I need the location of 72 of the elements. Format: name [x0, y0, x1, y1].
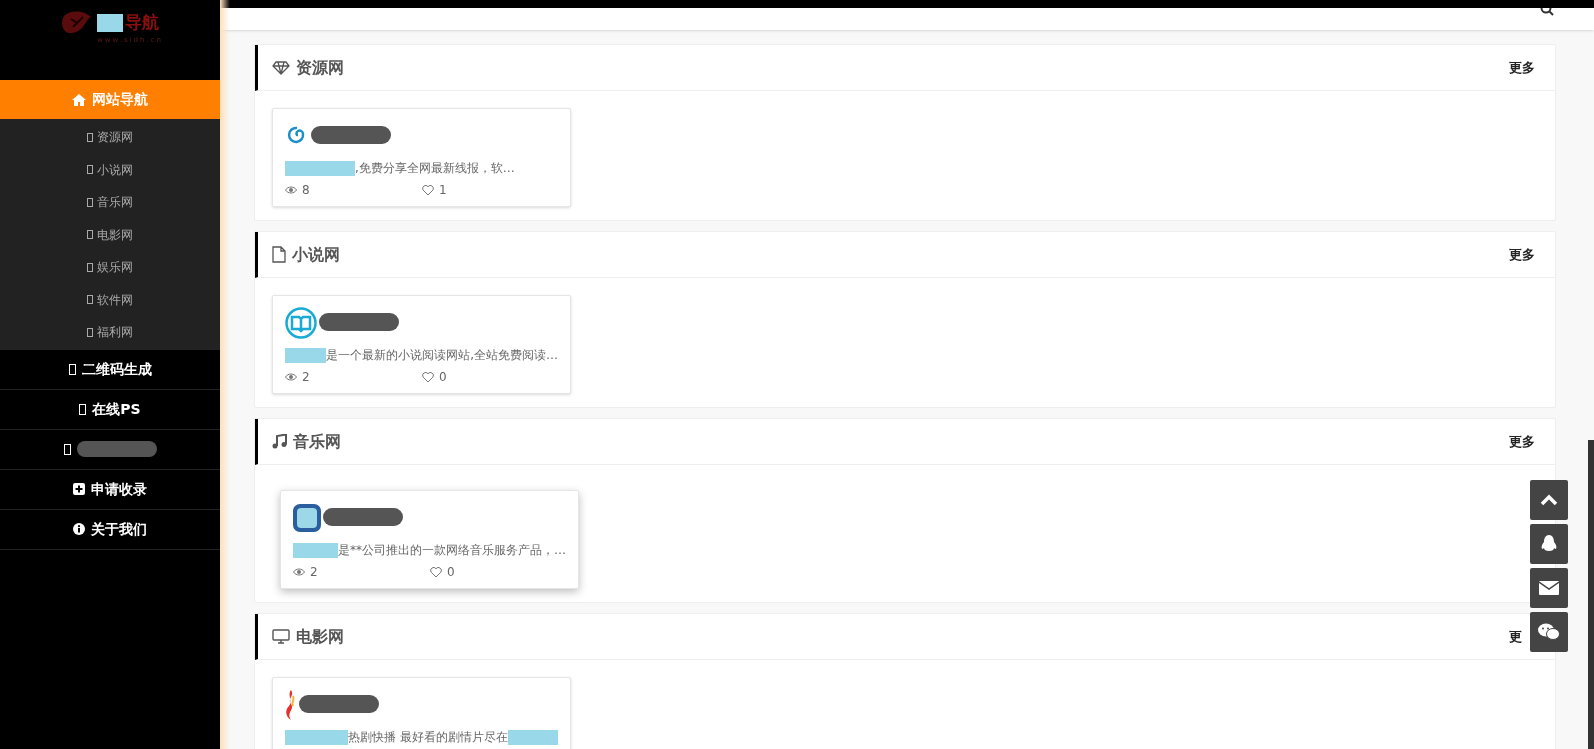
box-icon: [68, 363, 76, 375]
category-title: 电影网: [296, 625, 344, 648]
logo-text: 导航: [125, 11, 159, 34]
site-card[interactable]: 热剧快播 最好看的剧情片尽在: [272, 677, 571, 749]
scrollbar[interactable]: [1588, 440, 1594, 749]
envelope-icon: [1539, 581, 1559, 595]
subnav-item[interactable]: 娱乐网: [0, 251, 220, 284]
subnav-item[interactable]: 软件网: [0, 283, 220, 316]
book-logo-icon: [285, 307, 317, 339]
chevron-up-icon: [1540, 494, 1558, 506]
box-icon: [87, 262, 93, 272]
box-icon: [87, 197, 93, 207]
view-count: 2: [310, 564, 318, 581]
eye-icon: [285, 186, 297, 194]
site-description: ,免费分享全网最新线报，软…: [355, 160, 515, 177]
more-link[interactable]: 更多: [1509, 431, 1535, 452]
file-icon: [272, 246, 286, 263]
box-icon: [87, 132, 93, 142]
diamond-icon: [272, 60, 290, 75]
box-icon: [87, 230, 93, 240]
site-card[interactable]: ,免费分享全网最新线报，软… 8 1: [272, 108, 571, 207]
site-card[interactable]: 是一个最新的小说阅读网站,全站免费阅读… 2 0: [272, 295, 571, 394]
mail-button[interactable]: [1530, 568, 1568, 608]
subnav-item[interactable]: 资源网: [0, 121, 220, 154]
eye-icon: [285, 373, 297, 381]
redaction-mark: [285, 160, 355, 176]
more-link[interactable]: 更: [1509, 626, 1522, 647]
more-link[interactable]: 更多: [1509, 244, 1535, 265]
category-title: 小说网: [292, 243, 340, 266]
flame-logo-icon: [285, 690, 297, 720]
category-title: 资源网: [296, 56, 344, 79]
box-icon: [87, 327, 93, 337]
app-logo-icon: [293, 504, 321, 532]
music-note-icon: [272, 434, 287, 449]
penguin-icon: [1540, 534, 1558, 554]
heart-icon[interactable]: [422, 371, 434, 383]
like-count: 1: [439, 182, 447, 199]
redaction-mark: [508, 729, 558, 745]
chat-bubbles-button[interactable]: [1530, 612, 1568, 652]
box-icon: [87, 165, 93, 175]
heart-icon[interactable]: [430, 566, 442, 578]
redaction-mark: [97, 13, 123, 32]
subnav-item[interactable]: 音乐网: [0, 186, 220, 219]
search-icon[interactable]: [1540, 8, 1554, 18]
site-description: 是一个最新的小说阅读网站,全站免费阅读…: [326, 347, 558, 364]
subnav-item[interactable]: 福利网: [0, 316, 220, 349]
monitor-icon: [272, 629, 290, 644]
redaction-mark: [285, 347, 327, 363]
subnav-item[interactable]: 小说网: [0, 153, 220, 186]
eye-icon: [293, 568, 305, 576]
back-to-top-button[interactable]: [1530, 480, 1568, 520]
box-icon: [79, 403, 87, 415]
like-count: 0: [439, 369, 447, 386]
category-title: 音乐网: [293, 430, 341, 453]
plus-icon: [73, 483, 85, 495]
penguin-button[interactable]: [1530, 524, 1568, 564]
subnav-item[interactable]: 电影网: [0, 218, 220, 251]
heart-icon[interactable]: [422, 184, 434, 196]
redaction-mark: [285, 729, 349, 745]
box-icon: [63, 443, 71, 455]
info-icon: [73, 523, 85, 535]
view-count: 8: [302, 182, 310, 199]
redaction-mark: [293, 542, 338, 558]
box-icon: [87, 295, 93, 305]
home-icon: [72, 93, 86, 106]
site-description: 热剧快播 最好看的剧情片尽在: [348, 729, 509, 746]
like-count: 0: [447, 564, 455, 581]
site-description: 是**公司推出的一款网络音乐服务产品，…: [338, 542, 566, 559]
view-count: 2: [302, 369, 310, 386]
site-card[interactable]: 是**公司推出的一款网络音乐服务产品，… 2 0: [280, 490, 579, 589]
chat-bubbles-icon: [1538, 623, 1560, 641]
more-link[interactable]: 更多: [1509, 57, 1535, 78]
